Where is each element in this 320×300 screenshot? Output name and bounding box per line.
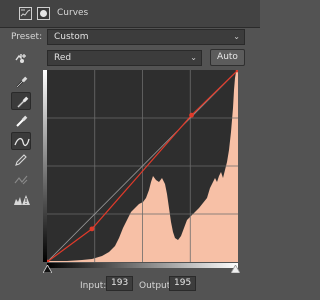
gray-point-eyedropper-tool[interactable]	[11, 92, 31, 110]
smooth-curve-tool[interactable]	[11, 171, 31, 189]
white-point-slider-handle[interactable]	[231, 265, 240, 273]
clipping-warning-tool[interactable]	[11, 191, 31, 209]
input-gradient-ramp	[47, 263, 238, 268]
smooth-curve-icon	[14, 175, 28, 185]
on-image-adjust-icon	[15, 54, 26, 63]
curve-control-point[interactable]	[189, 112, 194, 118]
properties-title-bar: Curves	[0, 0, 260, 28]
adjustment-layer-icon	[19, 7, 32, 20]
pencil-draw-icon	[15, 154, 27, 166]
layer-mask-icon[interactable]	[37, 7, 50, 20]
curves-graph[interactable]	[47, 70, 238, 262]
white-point-eyedropper-tool[interactable]	[11, 112, 31, 130]
preset-dropdown[interactable]: Custom ⌄	[47, 29, 245, 45]
curve-control-point[interactable]	[89, 226, 95, 232]
panel-title: Curves	[57, 8, 89, 18]
channel-dropdown[interactable]: Red ⌄	[47, 50, 202, 66]
curve-edit-points-icon	[14, 137, 30, 147]
channel-value: Red	[54, 53, 72, 63]
preset-label: Preset:	[11, 32, 43, 42]
auto-button[interactable]: Auto	[210, 49, 245, 66]
gray-point-eyedropper-icon	[17, 96, 29, 108]
input-field[interactable]: 193	[106, 276, 133, 291]
chevron-down-icon: ⌄	[190, 53, 197, 62]
black-point-eyedropper-tool[interactable]	[11, 73, 31, 91]
input-label: Input:	[80, 281, 107, 291]
white-point-eyedropper-icon	[16, 115, 28, 127]
preset-value: Custom	[54, 32, 89, 42]
chevron-down-icon: ⌄	[233, 32, 240, 41]
on-image-adjust-tool[interactable]	[11, 49, 31, 67]
clipping-warning-icon	[14, 195, 30, 205]
output-field[interactable]: 195	[169, 276, 196, 291]
curve-edit-points-tool[interactable]	[11, 132, 31, 150]
pencil-draw-tool[interactable]	[11, 151, 31, 169]
black-point-eyedropper-icon	[16, 76, 28, 88]
black-point-slider-handle[interactable]	[43, 265, 52, 273]
